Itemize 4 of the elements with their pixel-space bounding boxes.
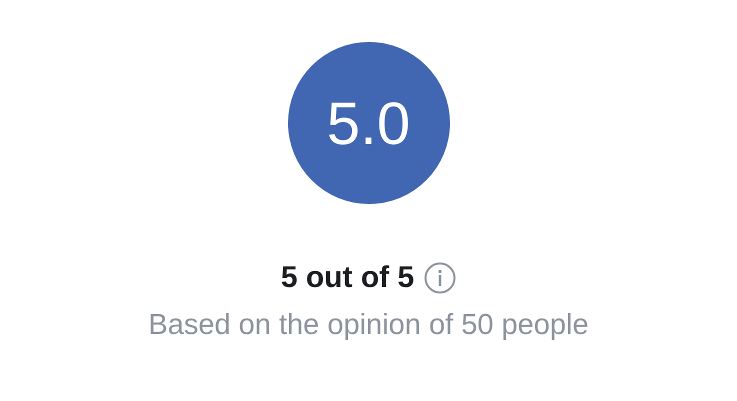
info-icon[interactable] <box>424 262 456 294</box>
score-badge: 5.0 <box>288 42 450 204</box>
subtitle: Based on the opinion of 50 people <box>148 309 589 342</box>
rating-text: 5 out of 5 <box>280 261 414 295</box>
